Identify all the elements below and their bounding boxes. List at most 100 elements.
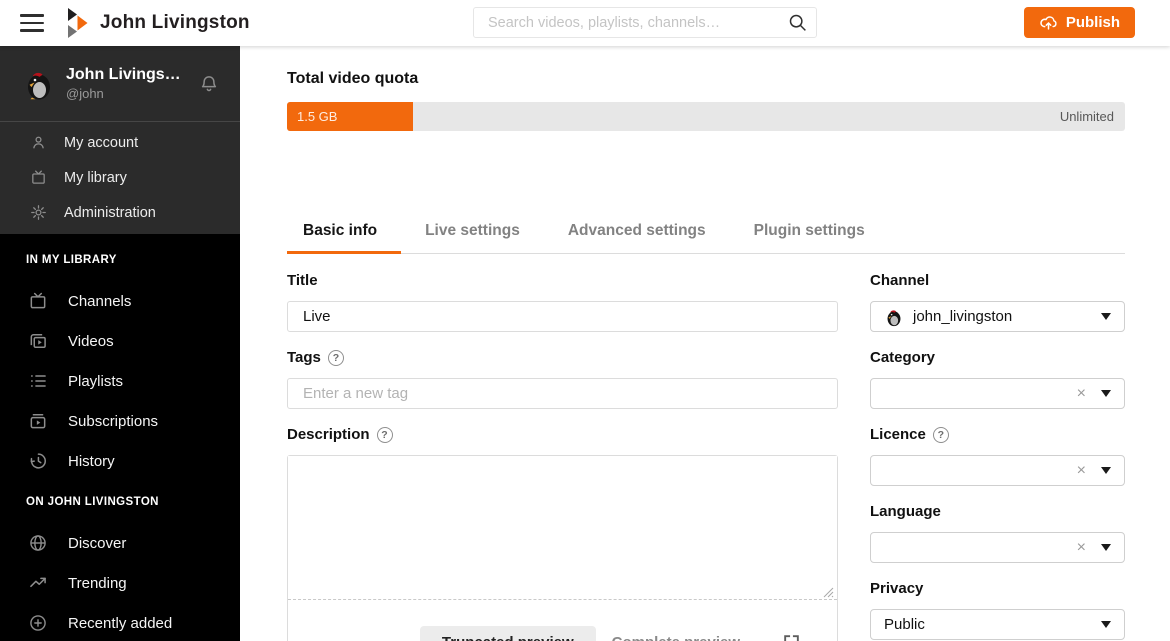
- user-handle: @john: [66, 86, 104, 101]
- sidebar-item-discover[interactable]: Discover: [0, 523, 240, 563]
- sidebar-item-label: Recently added: [68, 614, 173, 632]
- quota-title: Total video quota: [287, 70, 419, 87]
- preview-toolbar: Truncated preview Complete preview: [288, 599, 837, 641]
- search-input[interactable]: [473, 7, 817, 38]
- user-name: John Livings…: [66, 66, 181, 83]
- sidebar-item-playlists[interactable]: Playlists: [0, 361, 240, 401]
- category-select[interactable]: ×: [870, 378, 1125, 409]
- chevron-down-icon: [1101, 390, 1111, 397]
- tags-input[interactable]: [287, 378, 838, 409]
- clear-icon[interactable]: ×: [1077, 462, 1086, 479]
- avatar: [28, 72, 50, 99]
- search-icon[interactable]: [787, 12, 808, 33]
- fullscreen-icon[interactable]: [782, 633, 801, 641]
- search-bar: [473, 7, 817, 38]
- resize-handle-icon[interactable]: [823, 587, 834, 598]
- description-textarea[interactable]: [288, 456, 837, 599]
- category-label: Category: [870, 349, 936, 366]
- sidebar-item-subscriptions[interactable]: Subscriptions: [0, 401, 240, 441]
- chevron-down-icon: [1101, 313, 1111, 320]
- sidebar: John Livings… @john My account My librar…: [0, 46, 240, 641]
- tab-live-settings[interactable]: Live settings: [401, 212, 544, 254]
- privacy-value: Public: [884, 616, 925, 633]
- channel-select[interactable]: john_livingston: [870, 301, 1125, 332]
- sidebar-item-videos[interactable]: Videos: [0, 321, 240, 361]
- library-section-title: IN MY LIBRARY: [26, 254, 117, 266]
- sidebar-item-my-library[interactable]: My library: [0, 160, 240, 195]
- plus-circle-icon: [30, 615, 46, 631]
- quota-total-label: Unlimited: [1059, 109, 1114, 124]
- quota-progressbar: 1.5 GB Unlimited: [287, 102, 1125, 131]
- form-right-column: Channel john_livingston Category × Licen…: [870, 254, 1125, 641]
- title-label: Title: [287, 272, 318, 289]
- channel-avatar: [887, 309, 901, 326]
- quota-used-bar: 1.5 GB: [287, 102, 413, 131]
- instance-title[interactable]: John Livingston: [100, 12, 250, 34]
- publish-button[interactable]: Publish: [1023, 7, 1135, 38]
- description-label: Description ?: [287, 426, 838, 443]
- sidebar-item-label: Channels: [68, 292, 132, 310]
- subscriptions-icon: [30, 414, 46, 429]
- sidebar-item-label: Videos: [68, 332, 114, 350]
- tv-icon: [30, 292, 46, 309]
- truncated-preview-button[interactable]: Truncated preview: [419, 626, 596, 641]
- sidebar-item-label: Trending: [68, 574, 127, 592]
- sidebar-item-channels[interactable]: Channels: [0, 281, 240, 321]
- main-content: Total video quota 1.5 GB Unlimited Basic…: [240, 46, 1170, 641]
- notifications-bell-icon[interactable]: [198, 73, 220, 95]
- menu-label: My library: [64, 169, 127, 186]
- user-block[interactable]: John Livings… @john: [0, 46, 240, 122]
- sidebar-item-administration[interactable]: Administration: [0, 195, 240, 230]
- peertube-app: John Livingston Publish: [0, 0, 1170, 641]
- privacy-select[interactable]: Public: [870, 609, 1125, 640]
- sidebar-item-my-account[interactable]: My account: [0, 125, 240, 160]
- account-menu: My account My library Administration: [0, 122, 240, 234]
- form-left-column: Title Tags ? Description ?: [287, 254, 838, 641]
- sidebar-item-recently-added[interactable]: Recently added: [0, 603, 240, 641]
- tab-plugin-settings[interactable]: Plugin settings: [730, 212, 889, 254]
- peertube-logo-icon[interactable]: [68, 8, 88, 38]
- settings-tabs: Basic info Live settings Advanced settin…: [287, 212, 1125, 254]
- complete-preview-button[interactable]: Complete preview: [612, 634, 740, 641]
- licence-select[interactable]: ×: [870, 455, 1125, 486]
- sidebar-item-label: Discover: [68, 534, 127, 552]
- help-icon[interactable]: ?: [932, 426, 949, 443]
- tab-advanced-settings[interactable]: Advanced settings: [544, 212, 730, 254]
- sidebar-item-label: Subscriptions: [68, 412, 159, 430]
- chevron-down-icon: [1101, 544, 1111, 551]
- quota-used-label: 1.5 GB: [297, 109, 338, 124]
- basic-info-form: Title Tags ? Description ?: [287, 254, 1125, 641]
- menu-toggle-icon[interactable]: [20, 14, 44, 32]
- gear-icon: [31, 205, 46, 220]
- menu-label: My account: [64, 134, 139, 151]
- title-input[interactable]: [287, 301, 838, 332]
- sidebar-item-history[interactable]: History: [0, 441, 240, 481]
- licence-label: Licence ?: [870, 426, 1125, 443]
- instance-section-title: ON JOHN LIVINGSTON: [26, 496, 159, 508]
- clear-icon[interactable]: ×: [1077, 385, 1086, 402]
- help-icon[interactable]: ?: [327, 349, 344, 366]
- history-clock-icon: [30, 453, 46, 469]
- user-meta: John Livings… @john: [66, 66, 181, 101]
- sidebar-item-label: History: [68, 452, 115, 470]
- language-label: Language: [870, 503, 941, 520]
- tags-label: Tags ?: [287, 349, 838, 366]
- sidebar-item-trending[interactable]: Trending: [0, 563, 240, 603]
- videos-icon: [30, 334, 46, 348]
- person-icon: [33, 136, 44, 149]
- channel-value: john_livingston: [913, 308, 1013, 325]
- top-header: John Livingston Publish: [0, 0, 1170, 46]
- sidebar-item-label: Playlists: [68, 372, 124, 390]
- publish-label: Publish: [1065, 14, 1120, 31]
- help-icon[interactable]: ?: [376, 426, 393, 443]
- description-editor: Truncated preview Complete preview: [287, 455, 838, 641]
- chevron-down-icon: [1101, 467, 1111, 474]
- trending-up-icon: [30, 577, 46, 588]
- tab-basic-info[interactable]: Basic info: [287, 212, 402, 254]
- menu-label: Administration: [64, 204, 156, 221]
- globe-icon: [30, 535, 46, 551]
- upload-cloud-icon: [1040, 16, 1057, 30]
- clear-icon[interactable]: ×: [1077, 539, 1086, 556]
- playlist-icon: [31, 375, 46, 387]
- language-select[interactable]: ×: [870, 532, 1125, 563]
